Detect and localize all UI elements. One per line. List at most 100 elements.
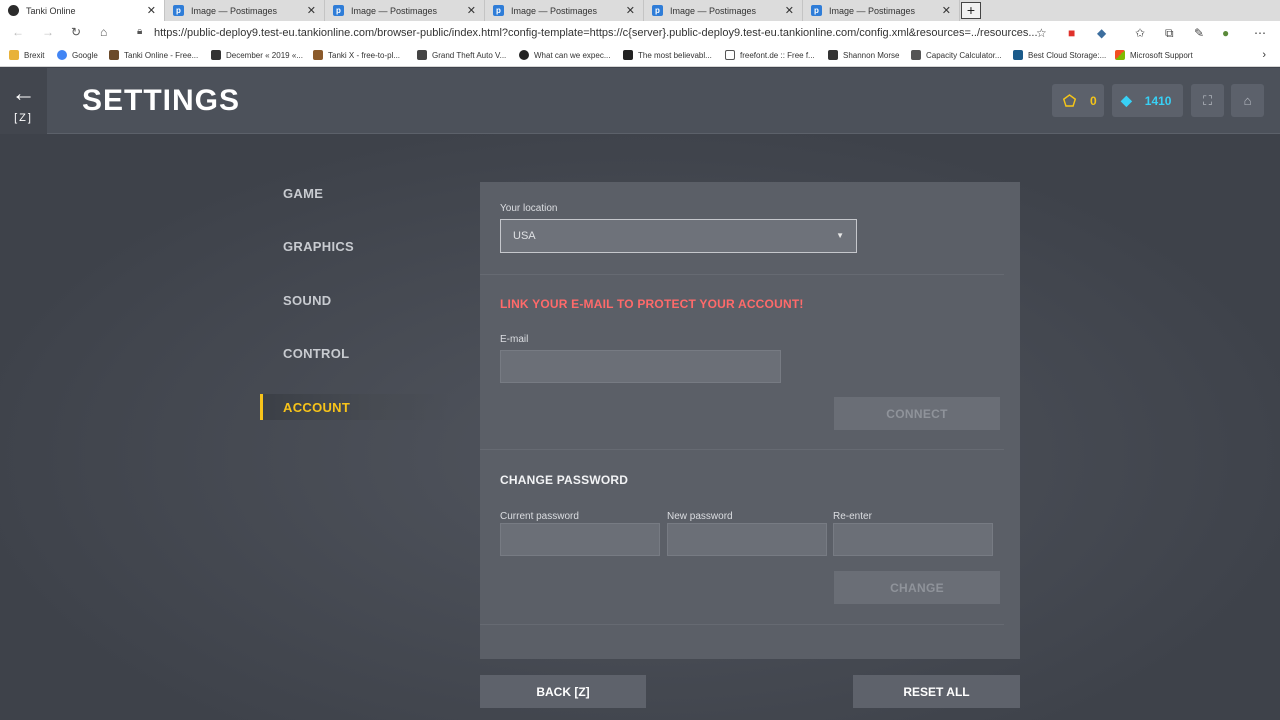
link-email-warning: LINK YOUR E-MAIL TO PROTECT YOUR ACCOUNT… — [500, 297, 804, 311]
close-icon[interactable]: ✕ — [147, 4, 156, 17]
home-icon[interactable]: ⌂ — [100, 25, 107, 39]
exit-button[interactable]: ⌂ — [1231, 84, 1264, 117]
page-icon — [725, 50, 735, 60]
forward-icon[interactable]: → — [42, 25, 54, 39]
dropdown-caret-icon: ▼ — [836, 231, 844, 240]
bookmark-item[interactable]: The most believabl... — [623, 50, 712, 60]
diamond-icon: ◆ — [1121, 92, 1132, 108]
close-icon[interactable]: ✕ — [467, 4, 476, 17]
collections-icon[interactable]: ⧉ — [1165, 26, 1174, 41]
divider — [480, 449, 1004, 450]
url-text: https://public-deploy9.test-eu.tankionli… — [154, 27, 1038, 39]
star-icon[interactable]: ☆ — [1036, 26, 1047, 40]
address-bar[interactable]: https://public-deploy9.test-eu.tankionli… — [128, 23, 1054, 43]
bookmark-item[interactable]: What can we expec... — [519, 50, 610, 60]
browser-tab-postimages[interactable]: p Image — Postimages ✕ — [803, 0, 960, 21]
tab-title: Image — Postimages — [511, 5, 598, 16]
tanki-icon — [109, 50, 119, 60]
browser-tab-postimages[interactable]: p Image — Postimages ✕ — [165, 0, 325, 21]
browser-tab-postimages[interactable]: p Image — Postimages ✕ — [485, 0, 644, 21]
reload-icon[interactable]: ↻ — [71, 25, 81, 39]
bookmark-item[interactable]: Google — [57, 50, 98, 60]
connect-button[interactable]: CONNECT — [834, 397, 1000, 430]
account-panel: Your location USA ▼ LINK YOUR E-MAIL TO … — [480, 182, 1020, 659]
more-icon[interactable]: ⋯ — [1254, 26, 1266, 40]
tab-title: Image — Postimages — [829, 5, 916, 16]
location-label: Your location — [500, 203, 558, 214]
menu-item-control[interactable]: CONTROL — [260, 340, 450, 366]
reenter-password-label: Re-enter — [833, 511, 872, 522]
browser-tab-tanki[interactable]: Tanki Online ✕ — [0, 0, 165, 21]
menu-item-account[interactable]: ACCOUNT — [260, 394, 450, 420]
bookmark-item[interactable]: freefont.de :: Free f... — [725, 50, 815, 60]
settings-body: GAME GRAPHICS SOUND CONTROL ACCOUNT Your… — [0, 134, 1280, 720]
browser-tab-bar: Tanki Online ✕ p Image — Postimages ✕ p … — [0, 0, 1280, 21]
reenter-password-field[interactable] — [833, 523, 993, 556]
new-password-label: New password — [667, 511, 733, 522]
bookmark-item[interactable]: Best Cloud Storage:... — [1013, 50, 1106, 60]
tab-title: Image — Postimages — [351, 5, 438, 16]
back-key-hint: [Z] — [14, 112, 33, 124]
bookmark-item[interactable]: Tanki Online - Free... — [109, 50, 198, 60]
reset-all-button[interactable]: RESET ALL — [853, 675, 1020, 708]
avatar[interactable]: ● — [1222, 26, 1229, 40]
location-value: USA — [513, 230, 536, 242]
close-icon[interactable]: ✕ — [785, 4, 794, 17]
change-password-button[interactable]: CHANGE — [834, 571, 1000, 604]
menu-item-game[interactable]: GAME — [260, 180, 450, 206]
bookmark-item[interactable]: Tanki X - free-to-pl... — [313, 50, 400, 60]
browser-tab-postimages[interactable]: p Image — Postimages ✕ — [644, 0, 803, 21]
site-icon — [417, 50, 427, 60]
tab-title: Image — Postimages — [670, 5, 757, 16]
crystal-icon: ⬠ — [1063, 92, 1077, 110]
menu-item-sound[interactable]: SOUND — [260, 287, 450, 313]
globe-icon — [519, 50, 529, 60]
extension-icon[interactable]: ◆ — [1097, 26, 1106, 40]
current-password-label: Current password — [500, 511, 579, 522]
current-password-field[interactable] — [500, 523, 660, 556]
email-field[interactable] — [500, 350, 781, 383]
site-icon — [828, 50, 838, 60]
close-icon[interactable]: ✕ — [626, 4, 635, 17]
page-title: SETTINGS — [82, 84, 241, 117]
bookmark-item[interactable]: Brexit — [9, 50, 44, 60]
location-select[interactable]: USA ▼ — [500, 219, 857, 253]
lock-icon[interactable]: 🔒︎ — [137, 26, 142, 37]
diamonds-counter[interactable]: ◆ 1410 — [1112, 84, 1183, 117]
bookmark-item[interactable]: Capacity Calculator... — [911, 50, 1002, 60]
new-tab-button[interactable]: + — [961, 2, 981, 19]
back-icon[interactable]: ← — [12, 25, 24, 39]
bookmark-item[interactable]: Grand Theft Auto V... — [417, 50, 506, 60]
postimages-icon: p — [652, 5, 663, 16]
site-icon — [623, 50, 633, 60]
feedback-icon[interactable]: ✎ — [1194, 26, 1204, 40]
browser-nav-bar: ← → ↻ ⌂ https://public-deploy9.test-eu.t… — [0, 21, 1280, 45]
chevron-right-icon[interactable]: › — [1262, 49, 1266, 61]
site-icon — [211, 50, 221, 60]
divider — [480, 274, 1004, 275]
postimages-icon: p — [493, 5, 504, 16]
bookmark-item[interactable]: December « 2019 «... — [211, 50, 303, 60]
new-password-field[interactable] — [667, 523, 827, 556]
tanki-x-icon — [313, 50, 323, 60]
site-icon — [1013, 50, 1023, 60]
office-icon[interactable]: ■ — [1068, 26, 1075, 40]
tab-title: Image — Postimages — [191, 5, 278, 16]
browser-tab-postimages[interactable]: p Image — Postimages ✕ — [325, 0, 485, 21]
bookmark-item[interactable]: Microsoft Support — [1115, 50, 1193, 60]
close-icon[interactable]: ✕ — [942, 4, 951, 17]
email-label: E-mail — [500, 334, 529, 345]
menu-item-graphics[interactable]: GRAPHICS — [260, 233, 450, 259]
fullscreen-button[interactable]: ⛶ — [1191, 84, 1224, 117]
close-icon[interactable]: ✕ — [307, 4, 316, 17]
tanki-icon — [8, 5, 19, 16]
favorites-icon[interactable]: ✩ — [1135, 26, 1145, 40]
crystals-counter[interactable]: ⬠ 0 — [1052, 84, 1104, 117]
change-password-heading: CHANGE PASSWORD — [500, 473, 629, 487]
bookmark-item[interactable]: Shannon Morse — [828, 50, 899, 60]
crystals-value: 0 — [1090, 93, 1097, 108]
header-back-button[interactable]: ← [Z] — [0, 68, 47, 134]
arrow-left-icon: ← — [11, 80, 36, 107]
back-button[interactable]: BACK [Z] — [480, 675, 646, 708]
postimages-icon: p — [173, 5, 184, 16]
